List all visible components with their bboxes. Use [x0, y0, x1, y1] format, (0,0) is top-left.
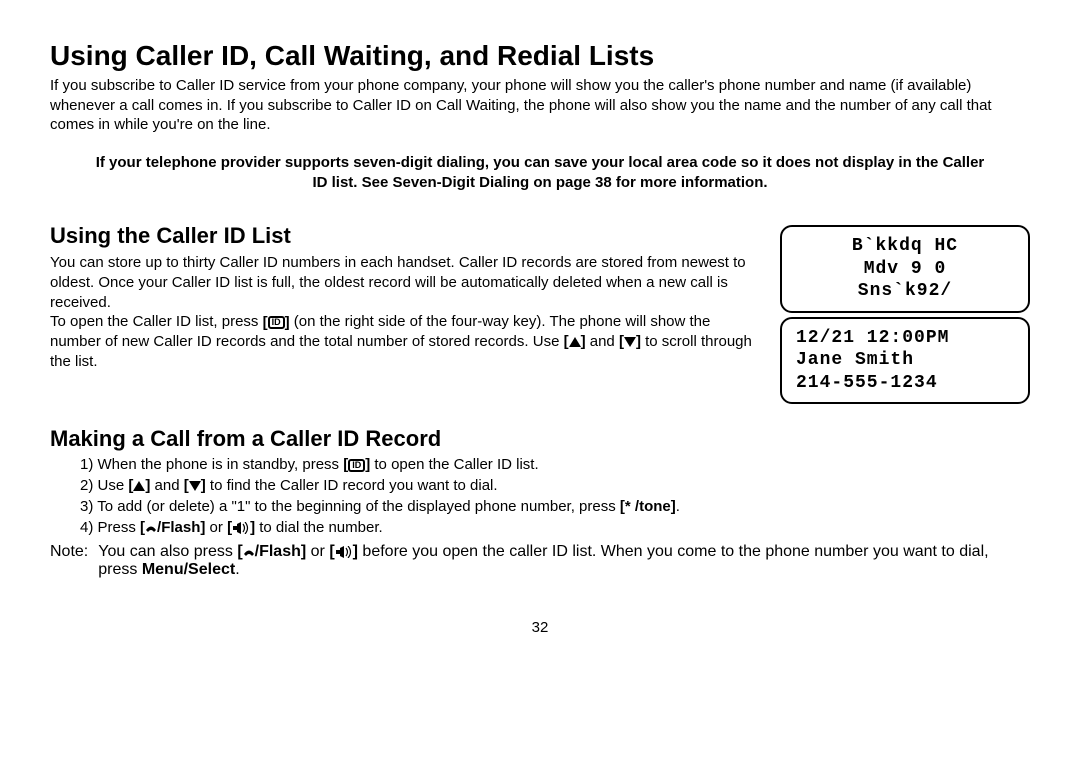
menu-select-key: Menu/Select — [142, 561, 235, 578]
step-4: 4) Press [/Flash] or [] to dial the numb… — [80, 518, 1030, 538]
down-key-icon: [] — [619, 333, 641, 350]
subheading-make-call: Making a Call from a Caller ID Record — [50, 426, 1030, 452]
note: Note: You can also press [/Flash] or [] … — [50, 543, 1030, 579]
lcd-screen-record: 12/21 12:00PM Jane Smith 214-555-1234 — [780, 317, 1030, 405]
cid-paragraph-2: To open the Caller ID list, press [ID] (… — [50, 312, 762, 372]
subheading-caller-id-list: Using the Caller ID List — [50, 221, 762, 250]
down-key-icon: [] — [184, 477, 206, 494]
speaker-key-icon: [] — [227, 519, 255, 536]
speaker-key-icon: [] — [329, 543, 358, 560]
caller-id-key-icon: [ID] — [343, 455, 370, 475]
page-title: Using Caller ID, Call Waiting, and Redia… — [50, 40, 1030, 72]
step-1: 1) When the phone is in standby, press [… — [80, 455, 1030, 475]
phone-flash-key-icon: [/Flash] — [237, 543, 306, 560]
caller-id-key-icon: [ID] — [263, 313, 290, 333]
tip-paragraph: If your telephone provider supports seve… — [50, 153, 1030, 194]
lcd-screen-summary: B`kkdq HC Mdv 9 0 Sns`k92/ — [780, 225, 1030, 313]
page-number: 32 — [50, 619, 1030, 636]
phone-flash-key-icon: [/Flash] — [140, 519, 205, 536]
step-2: 2) Use [] and [] to find the Caller ID r… — [80, 476, 1030, 496]
section-make-call-from-cid: Making a Call from a Caller ID Record 1)… — [50, 426, 1030, 579]
up-key-icon: [] — [128, 477, 150, 494]
intro-paragraph: If you subscribe to Caller ID service fr… — [50, 76, 1030, 135]
up-key-icon: [] — [564, 333, 586, 350]
step-3: 3) To add (or delete) a "1" to the begin… — [80, 497, 1030, 517]
section-using-caller-id-list: Using the Caller ID List You can store u… — [50, 221, 1030, 404]
cid-paragraph-1: You can store up to thirty Caller ID num… — [50, 253, 762, 312]
